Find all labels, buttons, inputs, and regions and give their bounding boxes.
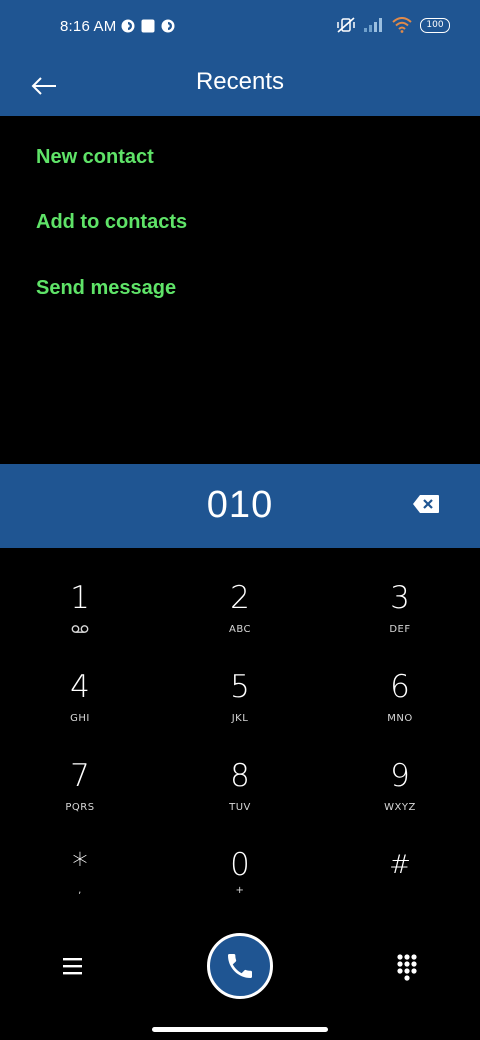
battery-indicator: 100 bbox=[420, 17, 450, 33]
backspace-icon bbox=[413, 495, 439, 513]
home-indicator[interactable] bbox=[152, 1027, 328, 1032]
call-button[interactable] bbox=[207, 933, 273, 999]
key-7[interactable]: 7 PQRS bbox=[20, 758, 140, 838]
top-app-bar: Recents bbox=[0, 56, 480, 116]
key-digit: 4 bbox=[70, 669, 90, 705]
key-6[interactable]: 6 MNO bbox=[340, 669, 460, 749]
key-3[interactable]: 3 DEF bbox=[340, 580, 460, 660]
dialpad-toggle-button[interactable] bbox=[394, 952, 420, 982]
phone-icon bbox=[228, 954, 252, 978]
menu-button[interactable] bbox=[60, 954, 86, 978]
key-digit: 0 bbox=[230, 847, 250, 883]
key-letters: ABC bbox=[228, 624, 251, 635]
key-letters: PQRS bbox=[65, 802, 95, 813]
dialer-screen: 8:16 AM 100 Recents New contact Add to c… bbox=[0, 0, 480, 1040]
key-8[interactable]: 8 TUV bbox=[180, 758, 300, 838]
dialed-number: 010 bbox=[206, 484, 274, 526]
voicemail-icon bbox=[20, 624, 140, 636]
key-letters: DEF bbox=[389, 624, 411, 635]
system-status-icons: 100 bbox=[336, 17, 450, 33]
key-digit: # bbox=[389, 850, 411, 880]
key-letters: WXYZ bbox=[384, 802, 416, 813]
key-hash[interactable]: # bbox=[340, 847, 460, 927]
number-display-bar: 010 bbox=[0, 464, 480, 548]
key-digit: 7 bbox=[70, 758, 90, 794]
key-9[interactable]: 9 WXYZ bbox=[340, 758, 460, 838]
key-4[interactable]: 4 GHI bbox=[20, 669, 140, 749]
send-message-option[interactable]: Send message bbox=[36, 277, 176, 300]
status-bar: 8:16 AM 100 bbox=[0, 0, 480, 56]
key-letters: JKL bbox=[231, 713, 249, 724]
new-contact-option[interactable]: New contact bbox=[36, 146, 154, 169]
key-letters: + bbox=[235, 885, 245, 896]
vibrate-mute-icon bbox=[337, 17, 355, 33]
app-notification-icon-2 bbox=[161, 19, 175, 33]
signal-icon bbox=[364, 18, 382, 32]
add-to-contacts-option[interactable]: Add to contacts bbox=[36, 211, 187, 234]
key-digit: 9 bbox=[390, 758, 410, 794]
key-letters bbox=[340, 891, 460, 903]
key-0[interactable]: 0 + bbox=[180, 847, 300, 927]
notification-icons bbox=[121, 19, 175, 33]
bottom-action-bar bbox=[0, 930, 480, 1010]
key-digit: 5 bbox=[230, 669, 250, 705]
key-letters: , bbox=[78, 885, 82, 896]
key-digit: 2 bbox=[230, 580, 250, 616]
backspace-button[interactable] bbox=[412, 494, 444, 518]
key-letters: MNO bbox=[387, 713, 413, 724]
wifi-icon bbox=[392, 17, 412, 33]
square-notification-icon bbox=[141, 19, 155, 33]
key-digit: 8 bbox=[230, 758, 250, 794]
key-5[interactable]: 5 JKL bbox=[180, 669, 300, 749]
status-time: 8:16 AM bbox=[60, 18, 117, 35]
key-2[interactable]: 2 ABC bbox=[180, 580, 300, 660]
app-notification-icon bbox=[121, 19, 135, 33]
menu-icon bbox=[63, 958, 82, 975]
key-digit: * bbox=[72, 847, 88, 883]
key-letters: TUV bbox=[229, 802, 251, 813]
key-letters: GHI bbox=[70, 713, 90, 724]
key-star[interactable]: * , bbox=[20, 847, 140, 927]
page-title: Recents bbox=[195, 68, 285, 95]
dialpad-icon bbox=[397, 954, 417, 981]
key-1[interactable]: 1 bbox=[20, 580, 140, 660]
key-digit: 6 bbox=[390, 669, 410, 705]
key-digit: 1 bbox=[70, 580, 90, 616]
key-digit: 3 bbox=[390, 580, 410, 616]
